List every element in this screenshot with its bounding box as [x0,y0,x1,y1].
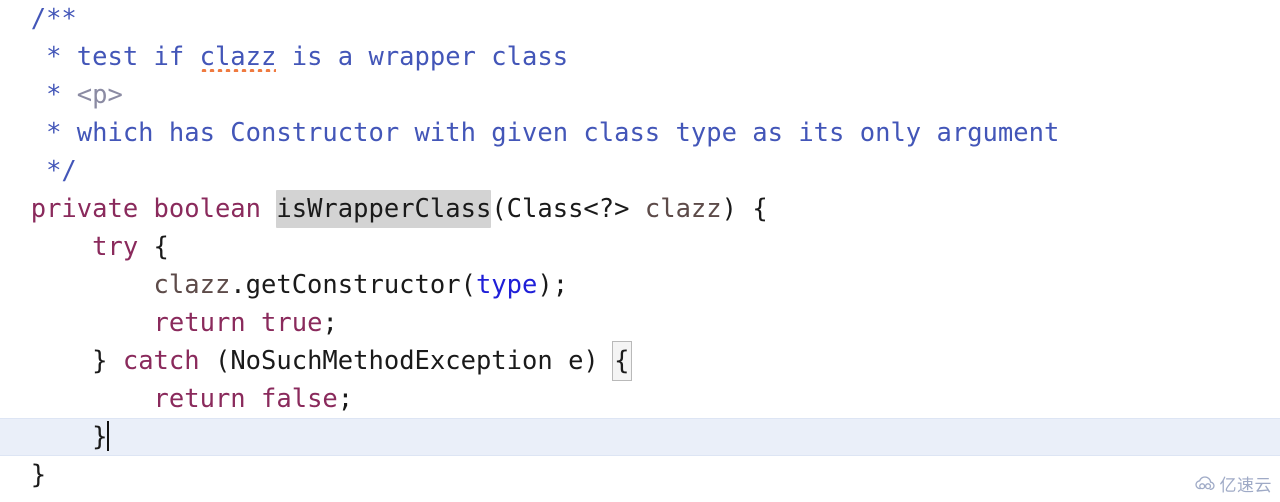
keyword-boolean: boolean [153,194,262,224]
field-type: type [475,270,538,300]
parameter-name-clazz: clazz [644,194,722,224]
literal-false: false [261,384,338,414]
semicolon: ; [337,384,354,414]
javadoc-text-start: * test if [46,42,200,72]
catch-exception-clause: (NoSuchMethodException e) [214,346,599,376]
method-open-brace: { [752,194,768,224]
parameter-type-class: Class<?> [506,194,630,224]
cloud-logo-icon [1194,475,1216,492]
code-line-1[interactable]: /** [0,0,1280,38]
code-line-13[interactable]: } [0,456,1280,494]
try-open-brace: { [153,232,169,262]
code-line-4[interactable]: * which has Constructor with given class… [0,114,1280,152]
javadoc-close-token: */ [46,156,77,186]
code-line-6[interactable]: private boolean isWrapperClass(Class<?> … [0,190,1280,228]
code-line-3[interactable]: * <p> [0,76,1280,114]
matched-open-brace: { [612,341,632,381]
keyword-private: private [30,194,139,224]
watermark: 亿速云 [1194,471,1273,496]
javadoc-open-token: /** [30,4,77,34]
code-editor-screenshot: /** * test if clazz is a wrapper class *… [0,0,1280,502]
code-line-12-current[interactable]: } [0,418,1280,456]
code-line-7[interactable]: try { [0,228,1280,266]
catch-close-brace: } [92,422,108,452]
statement-tail: ); [537,270,569,300]
misspelled-word-clazz[interactable]: clazz [199,38,276,76]
variable-clazz: clazz [153,270,231,300]
code-line-5[interactable]: */ [0,152,1280,190]
method-close-brace: } [30,460,47,490]
semicolon: ; [322,308,338,338]
keyword-return: return [153,308,246,338]
try-close-brace: } [92,346,108,376]
code-line-9[interactable]: return true; [0,304,1280,342]
code-line-2[interactable]: * test if clazz is a wrapper class [0,38,1280,76]
method-call-getconstructor: .getConstructor( [230,270,476,300]
javadoc-description-text: * which has Constructor with given class… [46,118,1060,148]
code-line-11[interactable]: return false; [0,380,1280,418]
javadoc-html-paragraph-tag: <p> [76,80,123,110]
close-paren: ) [721,194,737,224]
watermark-text: 亿速云 [1219,476,1272,496]
javadoc-star: * [46,80,77,110]
keyword-return: return [153,384,246,414]
code-line-10[interactable]: } catch (NoSuchMethodException e) { [0,341,1280,381]
javadoc-text-rest: is a wrapper class [276,42,569,72]
text-caret [107,421,110,451]
code-line-8[interactable]: clazz.getConstructor(type); [0,266,1280,304]
code-editor-surface[interactable]: /** * test if clazz is a wrapper class *… [0,0,1280,502]
keyword-try: try [92,232,139,262]
open-paren: ( [491,194,507,224]
keyword-catch: catch [122,346,200,376]
method-name-iswrapperclass[interactable]: isWrapperClass [276,190,492,228]
literal-true: true [261,308,323,338]
